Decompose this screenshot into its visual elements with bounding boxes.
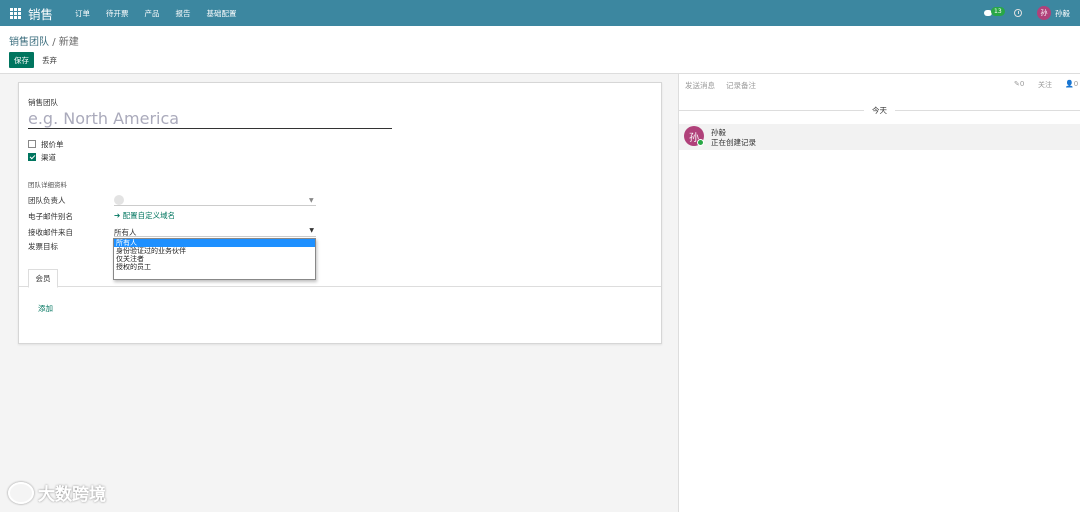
invoicing-target-label: 发票目标: [28, 242, 58, 251]
pipeline-label: 渠道: [41, 153, 56, 162]
accept-emails-select[interactable]: 所有人 ▼: [114, 227, 316, 237]
email-alias-label: 电子邮件别名: [28, 212, 73, 221]
breadcrumb-separator: /: [52, 37, 56, 48]
accept-emails-dropdown: 所有人 身份验证过的业务伙伴 仅关注者 授权的员工: [113, 238, 316, 280]
message-count-badge: 13: [991, 7, 1005, 16]
save-button[interactable]: 保存: [9, 52, 34, 68]
breadcrumb-current: 新建: [58, 37, 79, 48]
user-name[interactable]: 孙毅: [1055, 8, 1070, 19]
form-sheet: 销售团队 e.g. North America 报价单 渠道 团队详细资料 团队…: [18, 82, 662, 344]
watermark-text: 大数跨境: [38, 485, 106, 505]
messaging-icon[interactable]: 13: [982, 6, 1005, 20]
select-caret-icon: ▼: [309, 227, 314, 234]
team-details-section-title: 团队详细资料: [28, 181, 67, 189]
team-leader-input[interactable]: [114, 205, 316, 206]
menu-item-to-invoice[interactable]: 待开票: [98, 8, 137, 19]
menu-item-orders[interactable]: 订单: [67, 8, 98, 19]
top-navbar: 销售 订单 待开票 产品 报告 基础配置 13 孙 孙毅: [0, 0, 1080, 26]
menu-item-reporting[interactable]: 报告: [168, 8, 199, 19]
tab-members[interactable]: 会员: [28, 269, 58, 288]
add-member-link[interactable]: 添加: [38, 303, 53, 314]
leader-dropdown-caret-icon[interactable]: ▼: [309, 197, 314, 204]
attachments-count[interactable]: ✎0: [1014, 80, 1024, 88]
accept-emails-label: 接收邮件来自: [28, 228, 73, 237]
quotations-checkbox[interactable]: [28, 140, 36, 148]
date-separator-today: 今天: [864, 105, 895, 116]
pipeline-checkbox[interactable]: [28, 153, 36, 161]
option-followers-only[interactable]: 仅关注者: [114, 255, 315, 263]
watermark-logo-icon: [8, 481, 34, 504]
followers-count[interactable]: 👤0: [1065, 80, 1078, 88]
option-authenticated-partners[interactable]: 身份验证过的业务伙伴: [114, 247, 315, 255]
user-avatar[interactable]: 孙: [1037, 6, 1051, 20]
option-everyone[interactable]: 所有人: [114, 239, 315, 247]
discard-button[interactable]: 丢弃: [42, 52, 57, 68]
apps-menu-icon[interactable]: [8, 6, 22, 20]
quotations-label: 报价单: [41, 140, 64, 149]
watermark: 大数跨境: [8, 480, 106, 505]
option-authorized-employees[interactable]: 授权的员工: [114, 263, 315, 271]
send-message-button[interactable]: 发送消息: [685, 80, 715, 91]
leader-avatar-icon: [114, 195, 124, 205]
configure-domain-link[interactable]: ➔ 配置自定义域名: [114, 210, 175, 221]
systray: 13 孙 孙毅: [982, 0, 1080, 26]
menu-item-configuration[interactable]: 基础配置: [199, 8, 245, 19]
main-menu: 订单 待开票 产品 报告 基础配置: [67, 8, 245, 19]
control-panel: 销售团队 / 新建 保存 丢弃: [0, 26, 1080, 74]
chatter-message: 孙 孙毅 正在创建记录: [679, 124, 1080, 150]
activity-clock-icon[interactable]: [1014, 9, 1022, 17]
app-title[interactable]: 销售: [28, 4, 53, 23]
follow-button[interactable]: 关注: [1038, 80, 1052, 90]
message-body: 正在创建记录: [711, 138, 756, 147]
chatter-topbar: 发送消息 记录备注 ✎0 关注 👤0: [679, 74, 1080, 94]
accept-emails-value: 所有人: [114, 228, 137, 237]
menu-item-products[interactable]: 产品: [137, 8, 168, 19]
team-leader-label: 团队负责人: [28, 196, 66, 205]
team-name-label: 销售团队: [28, 98, 58, 107]
breadcrumb: 销售团队 / 新建: [9, 33, 79, 48]
online-status-icon: [697, 139, 704, 146]
chatter-panel: 发送消息 记录备注 ✎0 关注 👤0 今天 孙 孙毅 正在创建记录: [678, 74, 1080, 512]
team-name-input[interactable]: e.g. North America: [28, 109, 392, 129]
breadcrumb-sales-teams[interactable]: 销售团队: [9, 37, 49, 48]
log-note-button[interactable]: 记录备注: [726, 80, 756, 91]
